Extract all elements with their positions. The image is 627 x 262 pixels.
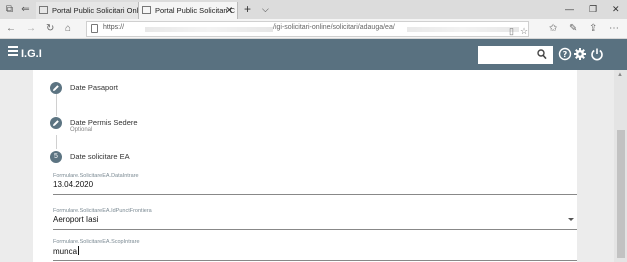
minimize-icon[interactable]: — — [565, 3, 574, 16]
tab-actions-icon[interactable]: ⧉ — [3, 3, 16, 16]
step-subtitle: Optional — [70, 127, 93, 133]
app-header: I.G.I ? — [0, 39, 627, 70]
browser-tab[interactable]: Portal Public Solicitari Onlin — [36, 2, 138, 19]
field-label: Formulare.SolicitareEA.IdPunctFrontiera — [53, 208, 152, 214]
form-card: Date Pasaport Date Permis Sedere Optiona… — [33, 70, 577, 262]
punct-frontiera-select[interactable]: Formulare.SolicitareEA.IdPunctFrontiera … — [53, 208, 577, 232]
step-status — [50, 117, 62, 129]
redacted-url-part — [145, 27, 273, 32]
gear-icon[interactable] — [573, 47, 587, 61]
field-underline — [53, 229, 577, 230]
field-label: Formulare.SolicitareEA.DataIntrare — [53, 173, 139, 179]
edit-pencil-icon — [53, 120, 59, 126]
close-tab-icon[interactable]: ✕ — [225, 2, 233, 19]
search-icon[interactable] — [537, 49, 547, 60]
address-bar[interactable]: https:// /igi-solicitari-online/solicita… — [86, 21, 529, 37]
redacted-url-part — [407, 27, 519, 32]
reading-view-icon[interactable]: ▯ — [509, 25, 514, 37]
pen-icon[interactable]: ✎ — [569, 22, 577, 36]
scop-intrare-field[interactable]: Formulare.SolicitareEA.ScopIntrare munca — [53, 239, 577, 262]
dropdown-arrow-icon[interactable] — [568, 218, 574, 221]
scrollbar-thumb[interactable] — [617, 130, 625, 258]
field-value: 13.04.2020 — [53, 180, 94, 189]
more-icon[interactable]: ⋯ — [609, 22, 619, 36]
new-tab-icon[interactable]: + — [244, 2, 251, 17]
favorite-star-icon[interactable]: ☆ — [520, 25, 528, 37]
scrollbar[interactable]: ▲ — [614, 70, 627, 262]
svg-text:?: ? — [563, 50, 568, 59]
tab-label: Portal Public Solicitari Onlin — [52, 6, 138, 15]
logout-icon[interactable] — [590, 47, 604, 61]
share-icon[interactable]: ⇪ — [589, 22, 597, 36]
step-title: Date Permis Sedere — [70, 118, 138, 127]
field-value-wrap: munca — [53, 246, 80, 256]
step-number: 5 — [50, 151, 62, 163]
forward-arrow-icon[interactable]: → — [26, 22, 36, 36]
favorites-icon[interactable]: ✩ — [549, 22, 557, 36]
step-title: Date solicitare EA — [70, 152, 130, 161]
step-connector — [56, 135, 57, 149]
field-label: Formulare.SolicitareEA.ScopIntrare — [53, 239, 140, 245]
field-value: munca — [53, 247, 78, 256]
browser-tab-active[interactable]: Portal Public Solicitari C ✕ — [138, 2, 238, 19]
tab-label: Portal Public Solicitari C — [155, 6, 236, 15]
menu-icon[interactable] — [8, 46, 18, 58]
url-path: /igi-solicitari-online/solicitari/adauga… — [273, 24, 395, 31]
text-caret — [78, 246, 80, 255]
field-underline — [53, 260, 577, 261]
back-tabs-icon[interactable]: ⇐ — [19, 3, 32, 16]
scroll-up-icon[interactable]: ▲ — [617, 72, 623, 78]
left-gutter — [0, 70, 33, 262]
step-title: Date Pasaport — [70, 83, 118, 92]
browser-navbar: ← → ↻ ⌂ https:// /igi-solicitari-online/… — [0, 19, 627, 39]
restore-icon[interactable]: ❐ — [589, 3, 597, 16]
chevron-down-icon[interactable]: ⌵ — [262, 2, 269, 17]
date-intrare-field[interactable]: Formulare.SolicitareEA.DataIntrare 13.04… — [53, 173, 577, 197]
field-underline — [53, 194, 577, 195]
close-window-icon[interactable]: ✕ — [612, 3, 620, 16]
app-title: I.G.I — [21, 48, 42, 60]
right-gutter — [577, 70, 614, 262]
url-prefix: https:// — [103, 24, 125, 31]
lock-icon — [91, 24, 98, 33]
back-arrow-icon[interactable]: ← — [6, 22, 16, 36]
help-icon[interactable]: ? — [558, 47, 572, 61]
edit-pencil-icon — [53, 85, 59, 91]
step-status — [50, 82, 62, 94]
home-icon[interactable]: ⌂ — [65, 22, 71, 36]
refresh-icon[interactable]: ↻ — [46, 22, 54, 36]
field-value: Aeroport Iasi — [53, 215, 99, 224]
step-connector — [56, 94, 57, 116]
browser-tab-strip: ⧉ ⇐ Portal Public Solicitari Onlin Porta… — [0, 0, 627, 19]
page-icon — [39, 6, 48, 15]
page-icon — [142, 6, 151, 15]
